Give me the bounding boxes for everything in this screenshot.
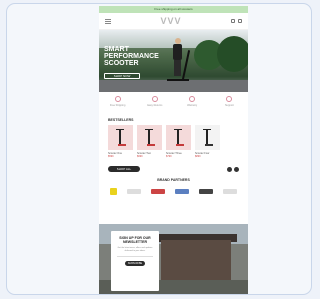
prev-arrow-icon[interactable]: [227, 166, 232, 172]
browser-frame: Free shipping on all scooters VVV SMART …: [6, 3, 312, 295]
product-card[interactable]: Scooter Two $699: [137, 125, 162, 158]
support-icon: [226, 96, 233, 102]
hero-banner: SMART PERFORMANCE SCOOTER SHOP NOW: [99, 30, 248, 92]
return-icon: [151, 96, 158, 102]
partner-logo[interactable]: [151, 189, 165, 194]
product-price: $599: [108, 155, 114, 158]
next-arrow-icon[interactable]: [234, 166, 239, 172]
promo-bar: Free shipping on all scooters: [99, 6, 248, 13]
product-card[interactable]: Scooter One $599: [108, 125, 133, 158]
hero-shop-button[interactable]: SHOP NOW: [104, 73, 140, 79]
partner-logo[interactable]: [199, 189, 213, 194]
scooter-icon: [202, 128, 213, 147]
scooter-icon: [115, 128, 126, 147]
shop-all-button[interactable]: SHOP ALL: [108, 166, 140, 172]
newsletter-card: SIGN UP FOR OUR NEWSLETTER Get the lates…: [111, 231, 159, 291]
cart-icon[interactable]: [237, 19, 242, 23]
hero-tree: [217, 36, 248, 72]
site-logo[interactable]: VVV: [160, 16, 181, 26]
web-page: Free shipping on all scooters VVV SMART …: [99, 6, 248, 294]
carousel-controls: SHOP ALL: [99, 158, 248, 172]
header-icons: [230, 19, 242, 23]
menu-icon[interactable]: [105, 18, 111, 24]
feature-item: Free Shipping: [103, 96, 133, 107]
feature-row: Free Shipping Easy Returns Warranty Supp…: [99, 92, 248, 112]
product-price: $799: [166, 155, 172, 158]
product-card[interactable]: Scooter Three $799: [166, 125, 191, 158]
feature-label: Easy Returns: [147, 104, 163, 107]
product-image[interactable]: [108, 125, 133, 150]
shipping-icon: [114, 96, 121, 102]
subscribe-button[interactable]: SUBSCRIBE: [125, 261, 145, 266]
partner-logo[interactable]: [110, 188, 117, 195]
carousel-arrows: [227, 166, 239, 172]
bestsellers-title: BESTSELLERS: [108, 118, 134, 122]
scooter-icon: [144, 128, 155, 147]
email-field[interactable]: [117, 256, 153, 257]
site-header: VVV: [99, 13, 248, 30]
product-price: $899: [195, 155, 201, 158]
feature-label: Free Shipping: [109, 104, 126, 107]
newsletter-title: SIGN UP FOR OUR NEWSLETTER: [119, 236, 151, 244]
scooter-icon: [173, 128, 184, 147]
feature-item: Support: [214, 96, 244, 107]
product-image[interactable]: [137, 125, 162, 150]
background-house: [161, 240, 231, 280]
warranty-icon: [189, 96, 196, 102]
product-carousel: Scooter One $599 Scooter Two $699 Scoote…: [99, 125, 248, 158]
product-image[interactable]: [195, 125, 220, 150]
product-card[interactable]: Scooter Four $899: [195, 125, 220, 158]
partner-logo[interactable]: [175, 189, 189, 194]
newsletter-section: SIGN UP FOR OUR NEWSLETTER Get the lates…: [99, 224, 248, 294]
newsletter-text: Get the latest news, offers and updates …: [117, 247, 153, 252]
partner-logos: [99, 182, 248, 195]
feature-label: Warranty: [187, 104, 198, 107]
feature-item: Warranty: [177, 96, 207, 107]
search-icon[interactable]: [230, 19, 235, 23]
feature-label: Support: [224, 104, 234, 107]
partner-logo[interactable]: [127, 189, 141, 194]
product-price: $699: [137, 155, 143, 158]
feature-item: Easy Returns: [140, 96, 170, 107]
product-image[interactable]: [166, 125, 191, 150]
partner-logo[interactable]: [223, 189, 237, 194]
hero-title: SMART PERFORMANCE SCOOTER: [104, 46, 159, 67]
